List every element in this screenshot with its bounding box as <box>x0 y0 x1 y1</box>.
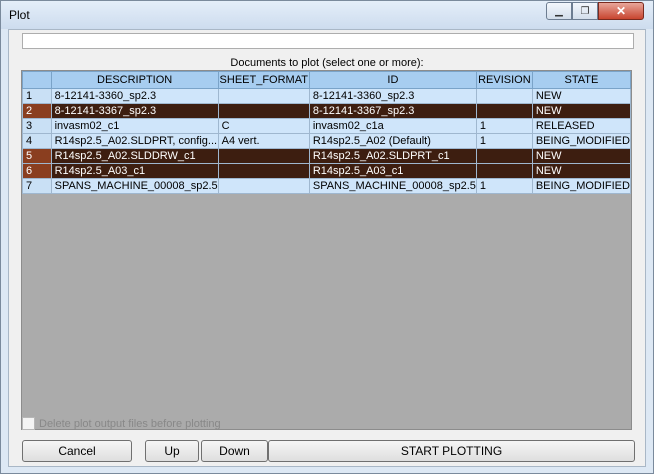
table-row[interactable]: 7 SPANS_MACHINE_00008_sp2.5 SPANS_MACHINE_… <box>22 178 632 194</box>
table-row[interactable]: 5 R14sp2.5_A02.SLDDRW_c1 R14sp2.5_A02.SLDP… <box>22 148 632 164</box>
cell-revision[interactable] <box>475 88 533 104</box>
cell-sheet-format[interactable] <box>217 148 310 164</box>
up-button[interactable]: Up <box>145 440 199 462</box>
cell-revision[interactable]: 1 <box>475 133 533 149</box>
column-header-revision[interactable]: REVISION <box>475 71 533 89</box>
cell-description[interactable]: R14sp2.5_A02.SLDDRW_c1 <box>50 148 219 164</box>
cell-state[interactable]: NEW <box>531 148 632 164</box>
cell-sheet-format[interactable]: A4 vert. <box>217 133 310 149</box>
cancel-button[interactable]: Cancel <box>22 440 132 462</box>
cell-description[interactable]: 8-12141-3360_sp2.3 <box>50 88 219 104</box>
delete-output-checkbox[interactable] <box>22 417 35 430</box>
column-header-id[interactable]: ID <box>308 71 477 89</box>
cell-sheet-format[interactable]: C <box>217 118 310 134</box>
cell-sheet-format[interactable] <box>217 163 310 179</box>
row-number[interactable]: 1 <box>22 88 52 104</box>
column-header-description[interactable]: DESCRIPTION <box>50 71 219 89</box>
cell-id[interactable]: 8-12141-3360_sp2.3 <box>308 88 477 104</box>
delete-output-label: Delete plot output files before plotting <box>39 417 221 430</box>
dialog-client-area: Documents to plot (select one or more): … <box>8 29 646 467</box>
cell-revision[interactable] <box>475 148 533 164</box>
cell-description[interactable]: R14sp2.5_A02.SLDPRT, config... <box>50 133 219 149</box>
cell-state[interactable]: BEING_MODIFIED <box>531 133 632 149</box>
cell-id[interactable]: 8-12141-3367_sp2.3 <box>308 103 477 119</box>
cell-state[interactable]: NEW <box>531 88 632 104</box>
window-title: Plot <box>9 8 30 22</box>
cell-revision[interactable] <box>475 103 533 119</box>
down-button[interactable]: Down <box>201 440 268 462</box>
cell-state[interactable]: NEW <box>531 163 632 179</box>
cell-description[interactable]: invasm02_c1 <box>50 118 219 134</box>
row-number[interactable]: 6 <box>22 163 52 179</box>
cell-description[interactable]: SPANS_MACHINE_00008_sp2.5 <box>50 178 219 194</box>
cell-revision[interactable] <box>475 163 533 179</box>
documents-table: DESCRIPTION SHEET_FORMAT ID REVISION STA… <box>22 71 632 194</box>
row-number[interactable]: 4 <box>22 133 52 149</box>
cell-description[interactable]: R14sp2.5_A03_c1 <box>50 163 219 179</box>
cell-id[interactable]: R14sp2.5_A03_c1 <box>308 163 477 179</box>
row-number[interactable]: 3 <box>22 118 52 134</box>
cell-id[interactable]: R14sp2.5_A02 (Default) <box>308 133 477 149</box>
minimize-button[interactable]: ▁ <box>546 2 572 20</box>
title-bar: Plot ▁ ❐ ✕ <box>1 1 653 29</box>
close-button[interactable]: ✕ <box>598 2 644 20</box>
cell-state[interactable]: RELEASED <box>531 118 632 134</box>
maximize-button[interactable]: ❐ <box>572 2 598 20</box>
cell-sheet-format[interactable] <box>217 103 310 119</box>
start-plotting-button[interactable]: START PLOTTING <box>268 440 635 462</box>
documents-grid[interactable]: DESCRIPTION SHEET_FORMAT ID REVISION STA… <box>21 70 632 430</box>
status-field <box>22 33 634 49</box>
cell-revision[interactable]: 1 <box>475 178 533 194</box>
close-icon: ✕ <box>615 4 627 18</box>
cell-id[interactable]: SPANS_MACHINE_00008_sp2.5 <box>308 178 477 194</box>
column-header-state[interactable]: STATE <box>531 71 632 89</box>
documents-label: Documents to plot (select one or more): <box>230 57 424 69</box>
column-header-sheet-format[interactable]: SHEET_FORMAT <box>217 71 310 89</box>
table-row[interactable]: 3 invasm02_c1 Cinvasm02_c1a 1 RELEASED <box>22 118 632 134</box>
cell-state[interactable]: NEW <box>531 103 632 119</box>
table-row[interactable]: 1 8-12141-3360_sp2.3 8-12141-3360_sp2.3 NEW <box>22 88 632 104</box>
table-row[interactable]: 2 8-12141-3367_sp2.3 8-12141-3367_sp2.3 NEW <box>22 103 632 119</box>
cell-sheet-format[interactable] <box>217 178 310 194</box>
cell-description[interactable]: 8-12141-3367_sp2.3 <box>50 103 219 119</box>
row-number[interactable]: 7 <box>22 178 52 194</box>
row-number[interactable]: 2 <box>22 103 52 119</box>
delete-output-option[interactable]: Delete plot output files before plotting <box>22 417 221 430</box>
table-row[interactable]: 6 R14sp2.5_A03_c1 R14sp2.5_A03_c1 NEW <box>22 163 632 179</box>
cell-sheet-format[interactable] <box>217 88 310 104</box>
cell-id[interactable]: invasm02_c1a <box>308 118 477 134</box>
minimize-icon: ▁ <box>555 5 563 17</box>
table-row[interactable]: 4 R14sp2.5_A02.SLDPRT, config... A4 vert. R… <box>22 133 632 149</box>
maximize-icon: ❐ <box>580 5 590 17</box>
header-row: DESCRIPTION SHEET_FORMAT ID REVISION STA… <box>22 71 632 89</box>
cell-id[interactable]: R14sp2.5_A02.SLDPRT_c1 <box>308 148 477 164</box>
cell-state[interactable]: BEING_MODIFIED <box>531 178 632 194</box>
row-number[interactable]: 5 <box>22 148 52 164</box>
row-number-header[interactable] <box>22 71 52 89</box>
cell-revision[interactable]: 1 <box>475 118 533 134</box>
plot-window: Plot ▁ ❐ ✕ Documents to plot (select one… <box>0 0 654 474</box>
